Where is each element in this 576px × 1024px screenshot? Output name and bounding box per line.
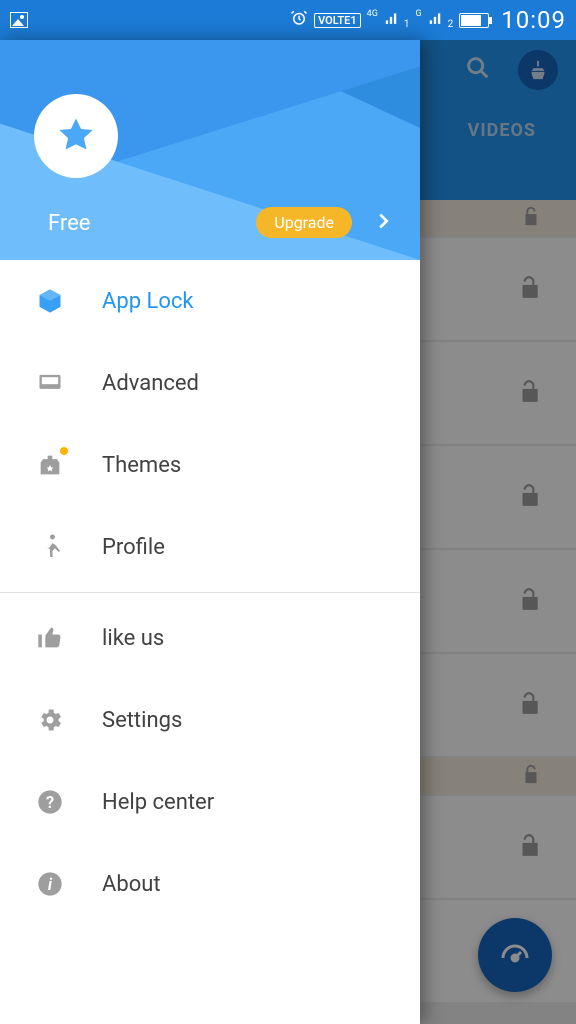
menu-item-themes[interactable]: Themes <box>0 424 420 506</box>
info-icon: i <box>34 868 66 900</box>
alarm-icon <box>290 9 308 32</box>
status-time: 10:09 <box>501 6 566 34</box>
themes-icon <box>34 449 66 481</box>
battery-icon <box>459 13 489 28</box>
menu-item-label: like us <box>102 626 164 651</box>
net-g: G <box>415 9 421 19</box>
menu-item-app-lock[interactable]: App Lock <box>0 260 420 342</box>
menu-item-settings[interactable]: Settings <box>0 679 420 761</box>
signal-icon-2 <box>428 10 442 30</box>
cube-icon <box>34 285 66 317</box>
navigation-drawer: Free Upgrade App Lock Advanced Themes <box>0 40 420 1024</box>
menu-item-help-center[interactable]: ? Help center <box>0 761 420 843</box>
menu-item-label: Profile <box>102 535 165 560</box>
menu-item-label: Settings <box>102 708 182 733</box>
chevron-right-icon[interactable] <box>372 210 394 236</box>
upgrade-button[interactable]: Upgrade <box>256 207 352 238</box>
menu-item-advanced[interactable]: Advanced <box>0 342 420 424</box>
menu-item-label: Help center <box>102 790 214 815</box>
menu-item-label: Advanced <box>102 371 199 396</box>
running-icon <box>34 531 66 563</box>
status-bar: VOLTE1 4G 1 G 2 10:09 <box>0 0 576 40</box>
menu-item-like-us[interactable]: like us <box>0 597 420 679</box>
thumbs-up-icon <box>34 622 66 654</box>
signal-icon-1 <box>384 10 398 30</box>
drawer-menu: App Lock Advanced Themes Profile <box>0 260 420 1024</box>
gallery-icon <box>10 12 28 28</box>
menu-item-profile[interactable]: Profile <box>0 506 420 588</box>
help-icon: ? <box>34 786 66 818</box>
monitor-icon <box>34 367 66 399</box>
volte-badge: VOLTE1 <box>314 13 361 28</box>
menu-divider <box>0 592 420 593</box>
sim-2-label: 2 <box>448 19 454 30</box>
menu-item-label: Themes <box>102 453 181 478</box>
avatar-icon[interactable] <box>34 94 118 178</box>
svg-text:?: ? <box>46 793 54 812</box>
sim-1-label: 1 <box>404 19 410 30</box>
net-4g-1: 4G <box>367 9 378 19</box>
drawer-header: Free Upgrade <box>0 40 420 260</box>
menu-item-label: About <box>102 872 161 897</box>
menu-item-label: App Lock <box>102 289 194 314</box>
menu-item-about[interactable]: i About <box>0 843 420 925</box>
tier-label: Free <box>48 211 90 236</box>
gear-icon <box>34 704 66 736</box>
